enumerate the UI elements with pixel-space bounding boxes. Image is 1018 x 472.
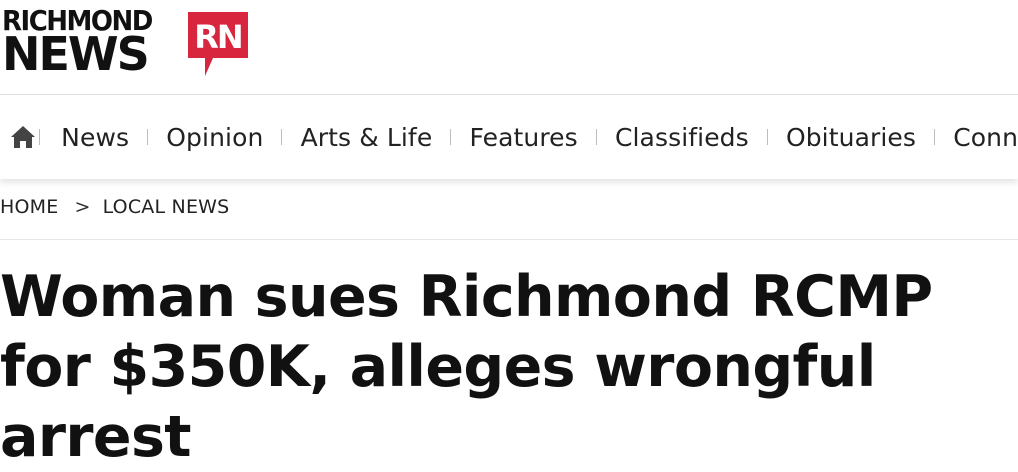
logo-wordmark: RICHMOND NEWS	[2, 8, 152, 76]
nav-item-connect[interactable]: Conn	[953, 123, 1018, 152]
nav-item-classifieds[interactable]: Classifieds	[615, 123, 749, 152]
nav-home-link[interactable]	[10, 123, 36, 151]
nav-item-arts-life[interactable]: Arts & Life	[301, 123, 433, 152]
logo-badge-text: RN	[194, 18, 241, 56]
nav-item-obituaries[interactable]: Obituaries	[786, 123, 916, 152]
article-headline: Woman sues Richmond RCMP for $350K, alle…	[0, 262, 1018, 472]
logo-line-2: NEWS	[2, 32, 152, 76]
logo-badge-icon: RN	[185, 10, 251, 78]
nav-item-features[interactable]: Features	[469, 123, 577, 152]
nav-item-news[interactable]: News	[61, 123, 129, 152]
breadcrumb-home-link[interactable]: HOME	[0, 196, 58, 218]
main-nav: News Opinion Arts & Life Features Classi…	[0, 95, 1018, 179]
breadcrumb-section-link[interactable]: LOCAL NEWS	[103, 196, 230, 218]
breadcrumb-divider	[0, 239, 1018, 240]
home-icon	[10, 125, 36, 149]
breadcrumb: HOME > LOCAL NEWS	[0, 193, 229, 221]
breadcrumb-separator: >	[74, 196, 90, 218]
site-logo[interactable]: RICHMOND NEWS RN	[2, 8, 252, 80]
nav-item-opinion[interactable]: Opinion	[166, 123, 263, 152]
